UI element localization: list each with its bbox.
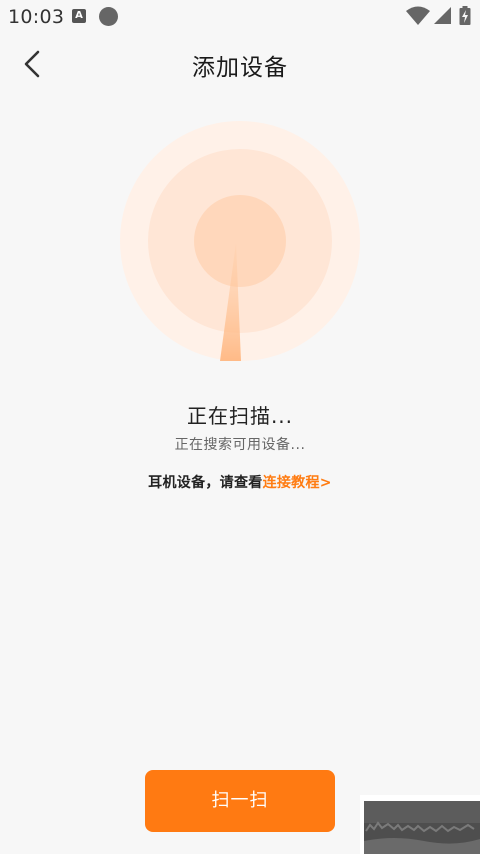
scan-status-title: 正在扫描... xyxy=(186,404,294,428)
status-icons xyxy=(406,6,472,26)
battery-charging-icon xyxy=(459,6,471,25)
wifi-icon xyxy=(406,6,430,25)
signal-icon xyxy=(434,7,451,24)
page-title: 添加设备 xyxy=(192,55,288,81)
status-bar: 10:03 A xyxy=(0,0,480,34)
corner-thumbnail xyxy=(360,795,480,854)
notification-dot-icon xyxy=(99,7,118,26)
earphone-hint: 耳机设备，请查看连接教程> xyxy=(0,472,480,492)
scan-status-subtitle: 正在搜索可用设备... xyxy=(174,437,306,453)
status-time: 10:03 xyxy=(8,6,65,28)
thumbnail-graphic xyxy=(364,801,480,854)
hint-text: 耳机设备，请查看 xyxy=(148,475,263,491)
screen: 10:03 A 添加设备 正在扫描... 正在搜索可用设备... 耳机设备，请查… xyxy=(0,0,480,854)
radar-inner-circle xyxy=(194,195,286,287)
thumbnail-image xyxy=(364,801,480,854)
scan-qr-button[interactable]: 扫一扫 xyxy=(145,770,335,832)
header: 添加设备 xyxy=(0,34,480,98)
tutorial-link[interactable]: 连接教程> xyxy=(263,475,332,491)
notification-a-icon: A xyxy=(72,9,86,23)
radar-scan-graphic xyxy=(120,121,360,361)
